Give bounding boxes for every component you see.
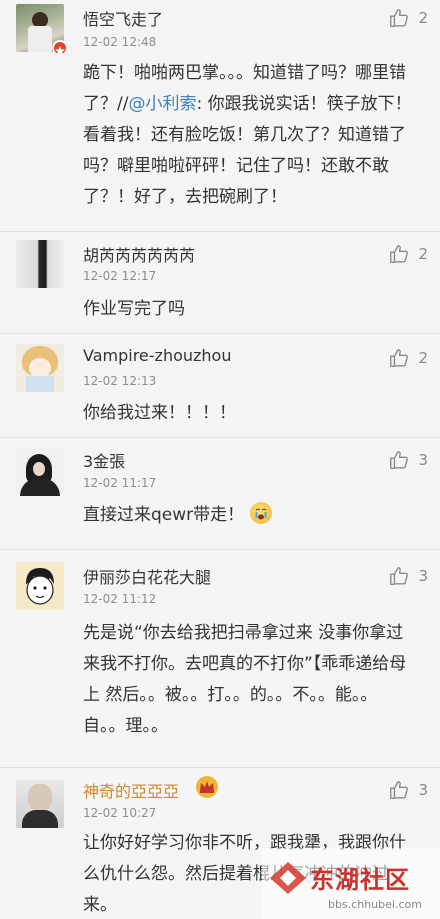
comment-time: 12-02 12:48	[83, 35, 157, 49]
thumbs-up-icon	[390, 451, 409, 469]
avatar[interactable]	[16, 344, 64, 392]
watermark-url: bbs.chhubei.com	[328, 898, 422, 911]
comment-author[interactable]: 伊丽莎白花花大腿	[83, 564, 211, 588]
comment-author[interactable]: 3金張	[83, 448, 125, 472]
thumbs-up-icon	[390, 781, 409, 799]
like-count: 2	[418, 245, 428, 263]
comment-time: 12-02 10:27	[83, 806, 157, 820]
site-watermark: 东湖社区 bbs.chhubei.com	[262, 848, 440, 919]
like-count: 3	[418, 451, 428, 469]
comment-item: 悟空飞走了 12-02 12:48 2 跪下！啪啪两巴掌。。。知道错了吗？哪里错…	[0, 0, 440, 232]
cartoon-face-icon	[16, 562, 64, 610]
like-button[interactable]: 3	[388, 449, 428, 471]
comment-body: 跪下！啪啪两巴掌。。。知道错了吗？哪里错了？//@小利索: 你跟我说实话！筷子放…	[83, 63, 412, 207]
like-button[interactable]: 2	[388, 347, 428, 369]
watermark-title: 东湖社区	[310, 866, 410, 894]
comment-author[interactable]: 胡芮芮芮芮芮芮	[83, 242, 195, 266]
mention-link[interactable]: @小利索	[128, 94, 196, 114]
crying-face-icon	[249, 502, 272, 524]
like-button[interactable]: 3	[388, 779, 428, 801]
comment-item: 伊丽莎白花花大腿 12-02 11:12 3 先是说“你去给我把扫帚拿过来 没事…	[0, 550, 440, 768]
like-button[interactable]: 3	[388, 565, 428, 587]
comment-author[interactable]: 悟空飞走了	[83, 6, 163, 30]
avatar[interactable]	[16, 780, 64, 828]
avatar[interactable]	[16, 448, 64, 496]
comment-item: Vampire-zhouzhou 12-02 12:13 2 你给我过来！！！！	[0, 334, 440, 438]
thumbs-up-icon	[390, 9, 409, 27]
vip-crown-icon	[196, 776, 218, 798]
watermark-logo-icon	[270, 862, 306, 894]
like-button[interactable]: 2	[388, 243, 428, 265]
verified-badge-icon	[52, 40, 68, 56]
like-button[interactable]: 2	[388, 7, 428, 29]
comment-item: 胡芮芮芮芮芮芮 12-02 12:17 2 作业写完了吗	[0, 232, 440, 334]
comment-time: 12-02 11:12	[83, 592, 157, 606]
comment-time: 12-02 12:13	[83, 374, 157, 388]
thumbs-up-icon	[390, 567, 409, 585]
comment-author[interactable]: 神奇的亞亞亞	[83, 778, 179, 802]
comment-body: 直接过来qewr带走！	[83, 500, 412, 531]
comment-time: 12-02 11:17	[83, 476, 157, 490]
comment-body: 先是说“你去给我把扫帚拿过来 没事你拿过来我不打你。去吧真的不打你”【乖乖递给母…	[83, 623, 407, 736]
like-count: 3	[418, 567, 428, 585]
thumbs-up-icon	[390, 245, 409, 263]
like-count: 3	[418, 781, 428, 799]
like-count: 2	[418, 349, 428, 367]
comment-body: 你给我过来！！！！	[83, 403, 236, 423]
like-count: 2	[418, 9, 428, 27]
comment-body: 作业写完了吗	[83, 299, 185, 319]
comment-time: 12-02 12:17	[83, 269, 157, 283]
comment-item: 3金張 12-02 11:17 3 直接过来qewr带走！	[0, 438, 440, 550]
avatar[interactable]	[16, 240, 64, 288]
avatar[interactable]	[16, 562, 64, 610]
comment-author[interactable]: Vampire-zhouzhou	[83, 346, 231, 365]
thumbs-up-icon	[390, 349, 409, 367]
